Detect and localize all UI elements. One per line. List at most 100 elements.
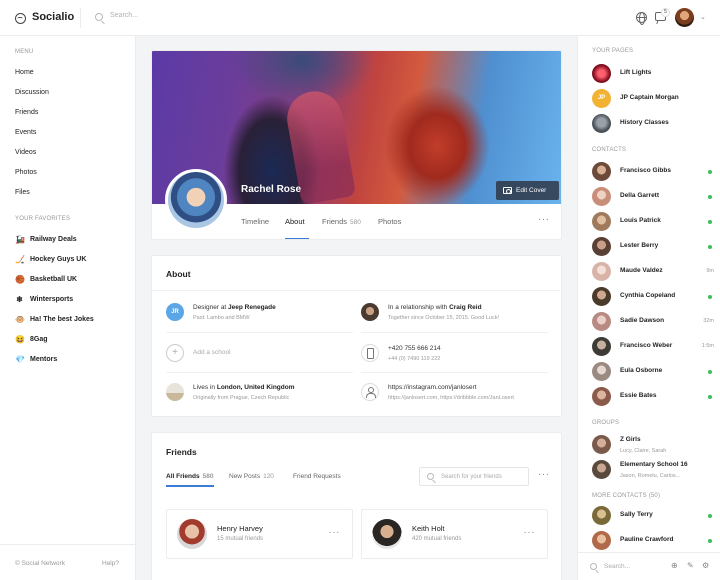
- help-link[interactable]: Help?: [102, 560, 119, 567]
- website-link[interactable]: https://instagram.com/janlosert: [388, 384, 477, 391]
- favorite-item[interactable]: 🏒 Hockey Guys UK: [15, 255, 86, 264]
- more-options-icon[interactable]: ···: [538, 214, 550, 225]
- menu-item-friends[interactable]: Friends: [15, 109, 38, 116]
- page-avatar: [592, 64, 611, 83]
- group-item[interactable]: Z Girls Lucy, Claire, Sarah: [592, 435, 712, 455]
- logo-icon[interactable]: [15, 13, 26, 24]
- search-input[interactable]: Search...: [110, 12, 138, 19]
- divider: [80, 8, 81, 28]
- user-avatar[interactable]: [675, 8, 694, 27]
- contact-item[interactable]: Essie Bates: [592, 387, 712, 407]
- app-name[interactable]: Socialio: [32, 11, 74, 23]
- friend-card[interactable]: Henry Harvey 15 mutual friends ···: [166, 509, 353, 559]
- contact-item[interactable]: Cynthia Copeland: [592, 287, 712, 307]
- page-name: JP Captain Morgan: [620, 94, 679, 101]
- contact-name: Pauline Crawford: [620, 536, 674, 543]
- contact-item[interactable]: Francisco Gibbs: [592, 162, 712, 182]
- page-item[interactable]: History Classes: [592, 114, 712, 134]
- contact-item[interactable]: Sadie Dawson 32m: [592, 312, 714, 332]
- divider: [152, 290, 563, 291]
- partner-name[interactable]: Craig Reid: [449, 304, 482, 311]
- menu-item-photos[interactable]: Photos: [15, 169, 37, 176]
- favorite-item[interactable]: 💎 Mentors: [15, 355, 57, 364]
- favorite-item[interactable]: 🏀 Basketball UK: [15, 275, 77, 284]
- favorites-heading: YOUR FAVORITES: [15, 216, 71, 222]
- about-title: About: [166, 269, 191, 279]
- contact-avatar: [592, 212, 611, 231]
- menu-item-videos[interactable]: Videos: [15, 149, 36, 156]
- more-options-icon[interactable]: ···: [329, 527, 341, 538]
- favorite-item[interactable]: ❄ Wintersports: [15, 295, 73, 304]
- left-sidebar: MENU Home Discussion Friends Events Vide…: [0, 36, 136, 580]
- more-options-icon[interactable]: ···: [524, 527, 536, 538]
- work-company[interactable]: Jeep Renegade: [228, 304, 276, 311]
- contact-item[interactable]: Maude Valdez 9m: [592, 262, 714, 282]
- contacts-search-input[interactable]: Search...: [604, 563, 630, 570]
- favorite-label: Wintersports: [30, 296, 74, 303]
- website-more[interactable]: https://janlosert.com, https://dribbble.…: [388, 395, 514, 401]
- group-name: Z Girls: [620, 436, 641, 443]
- contact-item[interactable]: Sally Terry: [592, 506, 712, 526]
- location-thumbnail: [166, 383, 184, 401]
- friend-card[interactable]: Keith Holt 420 mutual friends ···: [361, 509, 548, 559]
- friends-card: Friends All Friends 580 New Posts 120 Frie…: [151, 432, 562, 580]
- menu-item-events[interactable]: Events: [15, 129, 36, 136]
- profile-name: Rachel Rose: [241, 184, 302, 195]
- search-icon[interactable]: [95, 13, 103, 21]
- chevron-down-icon[interactable]: ⌄: [700, 13, 706, 21]
- tab-photos[interactable]: Photos: [378, 217, 401, 226]
- friend-name[interactable]: Keith Holt: [412, 524, 445, 533]
- add-contact-icon[interactable]: ⊕: [671, 561, 678, 570]
- favorite-item[interactable]: 🐵 Ha! The best Jokes: [15, 315, 94, 324]
- tab-label: Friends: [322, 217, 348, 226]
- tab-all-friends[interactable]: All Friends 580: [166, 473, 213, 480]
- page-item[interactable]: JP JP Captain Morgan: [592, 89, 712, 109]
- plus-icon[interactable]: +: [166, 344, 184, 362]
- location-city[interactable]: London, United Kingdom: [217, 384, 295, 391]
- add-school-link[interactable]: Add a school: [193, 349, 231, 356]
- about-website: https://instagram.com/janlosert https://…: [361, 383, 547, 417]
- tab-friends[interactable]: Friends 580: [322, 217, 361, 226]
- contact-item[interactable]: Della Garrett: [592, 187, 712, 207]
- more-options-icon[interactable]: ···: [538, 469, 550, 480]
- friends-search-input[interactable]: Search for your friends: [419, 467, 529, 486]
- divider: [166, 372, 353, 373]
- contact-item[interactable]: Eula Osborne: [592, 362, 712, 382]
- group-item[interactable]: Elementary School 16 Jason, Romelu, Carlo…: [592, 460, 712, 480]
- diamond-icon: 💎: [15, 355, 25, 364]
- edit-cover-button[interactable]: Edit Cover: [496, 181, 559, 200]
- active-tab-indicator: [285, 238, 309, 239]
- online-indicator: [708, 395, 712, 399]
- profile-avatar[interactable]: [165, 169, 227, 231]
- menu-item-discussion[interactable]: Discussion: [15, 89, 49, 96]
- page-item[interactable]: Lift Lights: [592, 64, 712, 84]
- globe-icon[interactable]: [636, 12, 647, 25]
- contact-item[interactable]: Lester Berry: [592, 237, 712, 257]
- last-seen: 1:5m: [701, 343, 714, 349]
- menu-item-files[interactable]: Files: [15, 189, 30, 196]
- tab-friend-requests[interactable]: Friend Requests: [293, 473, 341, 480]
- online-indicator: [708, 220, 712, 224]
- tab-label: About: [285, 217, 305, 226]
- contact-name: Lester Berry: [620, 242, 659, 249]
- friend-avatar[interactable]: [177, 519, 207, 549]
- friend-name[interactable]: Henry Harvey: [217, 524, 263, 533]
- group-members: Lucy, Claire, Sarah: [620, 448, 667, 454]
- contact-item[interactable]: Pauline Crawford: [592, 531, 712, 551]
- partner-avatar[interactable]: [361, 303, 379, 321]
- tab-about[interactable]: About: [285, 217, 305, 226]
- tab-timeline[interactable]: Timeline: [241, 217, 269, 226]
- gear-icon[interactable]: ⚙: [702, 561, 709, 570]
- favorite-item[interactable]: 😆 8Gag: [15, 335, 48, 344]
- work-past: Past: Lambo and BMW: [193, 315, 250, 321]
- edit-icon[interactable]: ✎: [687, 561, 694, 570]
- friend-avatar[interactable]: [372, 519, 402, 549]
- contact-item[interactable]: Louis Patrick: [592, 212, 712, 232]
- favorite-item[interactable]: 🚂 Railway Deals: [15, 235, 77, 244]
- favorite-label: Railway Deals: [30, 236, 77, 243]
- contact-item[interactable]: Francisco Weber 1:5m: [592, 337, 714, 357]
- tab-new-posts[interactable]: New Posts 120: [229, 473, 274, 480]
- menu-item-home[interactable]: Home: [15, 69, 34, 76]
- pages-heading: YOUR PAGES: [592, 48, 634, 54]
- online-indicator: [708, 295, 712, 299]
